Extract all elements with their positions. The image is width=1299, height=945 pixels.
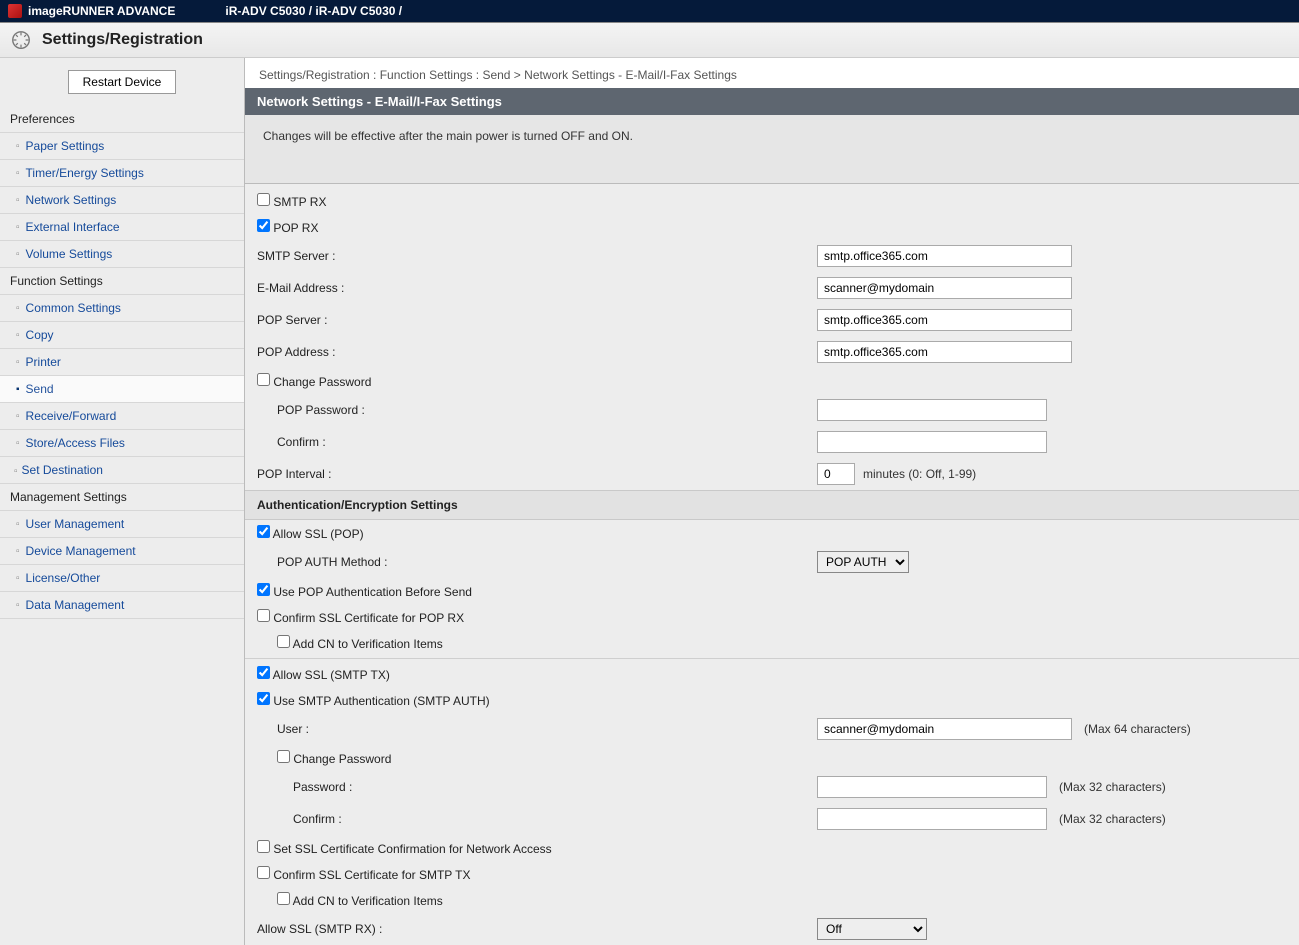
- pop-interval-unit: minutes (0: Off, 1-99): [863, 467, 976, 481]
- add-cn-smtp-label: Add CN to Verification Items: [293, 894, 443, 908]
- sidebar-item-external-interface[interactable]: External Interface: [0, 214, 244, 241]
- smtp-password-label: Password :: [257, 780, 817, 794]
- smtp-change-pw-label: Change Password: [293, 752, 391, 766]
- pop-password-label: POP Password :: [257, 403, 817, 417]
- sidebar-item-data-management[interactable]: Data Management: [0, 592, 244, 619]
- pop-confirm-input[interactable]: [817, 431, 1047, 453]
- allow-ssl-pop-label: Allow SSL (POP): [273, 527, 364, 541]
- confirm-ssl-smtp-tx-label: Confirm SSL Certificate for SMTP TX: [273, 868, 470, 882]
- panel-title: Network Settings - E-Mail/I-Fax Settings: [245, 88, 1299, 115]
- allow-ssl-smtp-tx-label: Allow SSL (SMTP TX): [273, 668, 390, 682]
- add-cn-pop-checkbox[interactable]: [277, 635, 290, 648]
- pop-auth-method-label: POP AUTH Method :: [257, 555, 817, 569]
- set-ssl-confirm-net-checkbox[interactable]: [257, 840, 270, 853]
- email-address-label: E-Mail Address :: [257, 281, 817, 295]
- auth-encryption-heading: Authentication/Encryption Settings: [245, 490, 1299, 520]
- smtp-server-label: SMTP Server :: [257, 249, 817, 263]
- smtp-server-input[interactable]: [817, 245, 1072, 267]
- pop-server-input[interactable]: [817, 309, 1072, 331]
- sidebar-item-set-destination[interactable]: Set Destination: [0, 457, 244, 484]
- smtp-change-pw-checkbox[interactable]: [277, 750, 290, 763]
- cube-icon: [8, 4, 22, 18]
- use-smtp-auth-label: Use SMTP Authentication (SMTP AUTH): [273, 694, 489, 708]
- pop-before-send-checkbox[interactable]: [257, 583, 270, 596]
- use-smtp-auth-checkbox[interactable]: [257, 692, 270, 705]
- sidebar-item-volume-settings[interactable]: Volume Settings: [0, 241, 244, 268]
- pop-confirm-label: Confirm :: [257, 435, 817, 449]
- sidebar-item-printer[interactable]: Printer: [0, 349, 244, 376]
- add-cn-smtp-checkbox[interactable]: [277, 892, 290, 905]
- titlebar: Settings/Registration: [0, 22, 1299, 58]
- device-path: iR-ADV C5030 / iR-ADV C5030 /: [225, 4, 402, 18]
- change-password-label: Change Password: [273, 375, 371, 389]
- sidebar: Restart Device Preferences Paper Setting…: [0, 58, 245, 945]
- allow-ssl-smtp-rx-label: Allow SSL (SMTP RX) :: [257, 922, 817, 936]
- confirm-ssl-pop-checkbox[interactable]: [257, 609, 270, 622]
- sidebar-section-management: Management Settings: [0, 484, 244, 511]
- add-cn-pop-label: Add CN to Verification Items: [293, 637, 443, 651]
- smtp-user-label: User :: [257, 722, 817, 736]
- pop-address-label: POP Address :: [257, 345, 817, 359]
- change-password-checkbox[interactable]: [257, 373, 270, 386]
- pop-interval-label: POP Interval :: [257, 467, 817, 481]
- email-address-input[interactable]: [817, 277, 1072, 299]
- pop-interval-input[interactable]: [817, 463, 855, 485]
- sidebar-item-license-other[interactable]: License/Other: [0, 565, 244, 592]
- pop-before-send-label: Use POP Authentication Before Send: [273, 585, 472, 599]
- pop-server-label: POP Server :: [257, 313, 817, 327]
- pop-address-input[interactable]: [817, 341, 1072, 363]
- confirm-ssl-pop-label: Confirm SSL Certificate for POP RX: [273, 611, 464, 625]
- sidebar-section-function: Function Settings: [0, 268, 244, 295]
- smtp-user-hint: (Max 64 characters): [1084, 722, 1191, 736]
- main: Settings/Registration : Function Setting…: [245, 58, 1299, 945]
- smtp-confirm-hint: (Max 32 characters): [1059, 812, 1166, 826]
- sidebar-item-network-settings[interactable]: Network Settings: [0, 187, 244, 214]
- sidebar-item-common-settings[interactable]: Common Settings: [0, 295, 244, 322]
- allow-ssl-smtp-rx-select[interactable]: Off: [817, 918, 927, 940]
- sidebar-item-device-management[interactable]: Device Management: [0, 538, 244, 565]
- smtp-confirm-label: Confirm :: [257, 812, 817, 826]
- set-ssl-confirm-net-label: Set SSL Certificate Confirmation for Net…: [273, 842, 551, 856]
- gear-icon: [10, 29, 32, 51]
- notice: Changes will be effective after the main…: [245, 115, 1299, 184]
- smtp-password-hint: (Max 32 characters): [1059, 780, 1166, 794]
- sidebar-section-preferences: Preferences: [0, 106, 244, 133]
- brand-text: imageRUNNER ADVANCE: [28, 4, 175, 18]
- smtp-user-input[interactable]: [817, 718, 1072, 740]
- pop-auth-method-select[interactable]: POP AUTH: [817, 551, 909, 573]
- pop-rx-checkbox[interactable]: [257, 219, 270, 232]
- page-title: Settings/Registration: [42, 31, 203, 49]
- smtp-rx-label: SMTP RX: [273, 195, 326, 209]
- breadcrumb: Settings/Registration : Function Setting…: [245, 58, 1299, 88]
- sidebar-item-store-access[interactable]: Store/Access Files: [0, 430, 244, 457]
- smtp-confirm-input[interactable]: [817, 808, 1047, 830]
- sidebar-item-copy[interactable]: Copy: [0, 322, 244, 349]
- brand: imageRUNNER ADVANCE: [8, 4, 175, 18]
- sidebar-item-timer-energy[interactable]: Timer/Energy Settings: [0, 160, 244, 187]
- pop-rx-label: POP RX: [273, 221, 318, 235]
- sidebar-item-user-management[interactable]: User Management: [0, 511, 244, 538]
- sidebar-item-paper-settings[interactable]: Paper Settings: [0, 133, 244, 160]
- smtp-password-input[interactable]: [817, 776, 1047, 798]
- restart-device-button[interactable]: Restart Device: [68, 70, 177, 94]
- confirm-ssl-smtp-tx-checkbox[interactable]: [257, 866, 270, 879]
- sidebar-item-send[interactable]: Send: [0, 376, 244, 403]
- sidebar-item-receive-forward[interactable]: Receive/Forward: [0, 403, 244, 430]
- allow-ssl-smtp-tx-checkbox[interactable]: [257, 666, 270, 679]
- topbar: imageRUNNER ADVANCE iR-ADV C5030 / iR-AD…: [0, 0, 1299, 22]
- smtp-rx-checkbox[interactable]: [257, 193, 270, 206]
- allow-ssl-pop-checkbox[interactable]: [257, 525, 270, 538]
- pop-password-input[interactable]: [817, 399, 1047, 421]
